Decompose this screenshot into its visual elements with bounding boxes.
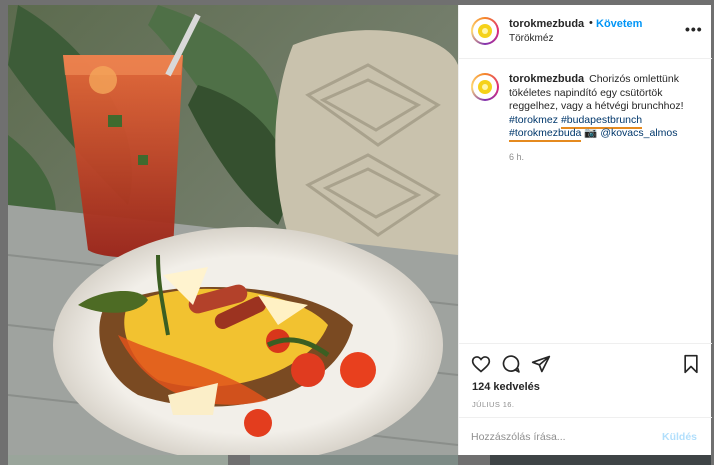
likes-count[interactable]: 124 kedvelés bbox=[472, 381, 540, 393]
bookmark-icon[interactable] bbox=[681, 354, 701, 374]
caption-avatar[interactable] bbox=[471, 73, 499, 101]
more-options-icon[interactable]: ••• bbox=[685, 21, 703, 37]
post-photo[interactable] bbox=[8, 5, 458, 455]
mention-link[interactable]: @kovacs_almos bbox=[600, 127, 677, 139]
comment-icon[interactable] bbox=[501, 354, 521, 374]
header-username[interactable]: torokmezbuda bbox=[509, 18, 584, 30]
caption: torokmezbuda Chorizós omlettünk tökélete… bbox=[509, 73, 704, 142]
heart-icon[interactable] bbox=[471, 354, 491, 374]
instagram-post-modal: torokmezbuda • Követem Törökméz ••• toro… bbox=[0, 0, 714, 465]
action-bar: 124 kedvelés JÚLIUS 16. Küldés bbox=[459, 343, 712, 455]
hashtag-link[interactable]: #torokmez bbox=[509, 114, 558, 126]
send-comment-button[interactable]: Küldés bbox=[662, 431, 697, 443]
post-date[interactable]: JÚLIUS 16. bbox=[472, 400, 514, 409]
grid-thumbnail[interactable] bbox=[490, 455, 711, 465]
caption-username[interactable]: torokmezbuda bbox=[509, 73, 584, 85]
comment-input[interactable] bbox=[471, 428, 651, 446]
follow-separator: • bbox=[589, 17, 593, 29]
hashtag-link[interactable]: #torokmezbuda bbox=[509, 127, 582, 142]
profile-avatar[interactable] bbox=[471, 17, 499, 45]
location-link[interactable]: Törökméz bbox=[509, 33, 553, 44]
camera-icon: 📷 bbox=[584, 127, 598, 139]
grid-thumbnail[interactable] bbox=[8, 455, 228, 465]
caption-timestamp[interactable]: 6 h. bbox=[509, 152, 524, 162]
brunch-photo-image bbox=[8, 5, 458, 455]
post-header: torokmezbuda • Követem Törökméz ••• bbox=[459, 5, 712, 59]
comment-box: Küldés bbox=[459, 417, 712, 456]
share-icon[interactable] bbox=[531, 354, 551, 374]
grid-thumbnail[interactable] bbox=[250, 455, 458, 465]
follow-button[interactable]: Követem bbox=[596, 18, 642, 30]
post-details-panel: torokmezbuda • Követem Törökméz ••• toro… bbox=[458, 5, 712, 455]
